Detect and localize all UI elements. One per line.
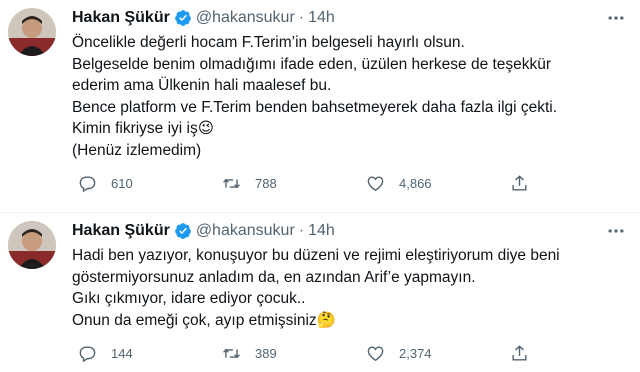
tweet[interactable]: Hakan Şükür @hakansukur · 14h Öncelikle … [0,0,640,213]
author-name[interactable]: Hakan Şükür [72,222,170,240]
like-button[interactable]: 2,374 [366,344,432,363]
tweet-line: Onun da emeği çok, ayıp etmişsiniz🤔 [72,311,336,329]
author-handle[interactable]: @hakansukur [196,222,295,240]
retweet-count: 788 [255,176,277,191]
retweet-count: 389 [255,346,277,361]
verified-badge-icon [174,10,191,26]
share-icon [512,345,527,361]
avatar[interactable] [8,8,56,56]
more-dots-icon[interactable] [606,221,626,241]
like-button[interactable]: 4,866 [366,174,432,193]
share-button[interactable] [510,174,529,193]
author-name[interactable]: Hakan Şükür [72,9,170,27]
heart-icon [367,176,384,192]
like-count: 2,374 [399,346,432,361]
retweet-icon [223,178,240,189]
tweet-actions: 144 389 2,374 [72,344,542,368]
tweet-timestamp[interactable]: 14h [308,9,335,27]
separator-dot: · [298,222,305,239]
share-icon [512,175,527,191]
reply-count: 144 [111,346,133,361]
like-count: 4,866 [399,176,432,191]
tweet-line: Gıkı çıkmıyor, idare ediyor çocuk.. [72,290,306,308]
verified-badge-icon [174,223,191,239]
tweet[interactable]: Hakan Şükür @hakansukur · 14h Hadi ben y… [0,213,640,372]
retweet-button[interactable]: 788 [222,174,277,193]
tweet-line: Bence platform ve F.Terim benden bahsetm… [72,98,558,116]
tweet-line: (Henüz izlemedim) [72,141,202,159]
heart-icon [367,346,384,362]
tweet-line: Belgeselde benim olmadığımı ifade eden, … [72,55,552,73]
share-button[interactable] [510,344,529,363]
tweet-header: Hakan Şükür @hakansukur · 14h [72,219,335,243]
retweet-button[interactable]: 389 [222,344,277,363]
tweet-text: Öncelikle değerli hocam F.Terim’in belge… [72,32,632,162]
author-handle[interactable]: @hakansukur [196,9,295,27]
avatar[interactable] [8,221,56,269]
tweet-line: Hadi ben yazıyor, konuşuyor bu düzeni ve… [72,247,560,264]
tweet-line: göstermiyorsunuz anladım da, en azından … [72,268,476,286]
tweet-line: ederim ama Ülkenin hali maalesef bu. [72,77,332,95]
tweet-header: Hakan Şükür @hakansukur · 14h [72,6,335,30]
tweet-timestamp[interactable]: 14h [308,222,335,240]
reply-icon [79,176,96,193]
tweet-line: Kimin fikriyse iyi iş😉 [72,120,214,138]
separator-dot: · [298,9,305,26]
reply-button[interactable]: 610 [78,174,133,193]
tweet-text: Hadi ben yazıyor, konuşuyor bu düzeni ve… [72,245,632,331]
retweet-icon [223,348,240,359]
reply-button[interactable]: 144 [78,344,133,363]
reply-count: 610 [111,176,133,191]
tweet-actions: 610 788 4,866 [72,174,542,198]
reply-icon [79,346,96,363]
more-dots-icon[interactable] [606,8,626,28]
tweet-line: Öncelikle değerli hocam F.Terim’in belge… [72,34,465,51]
